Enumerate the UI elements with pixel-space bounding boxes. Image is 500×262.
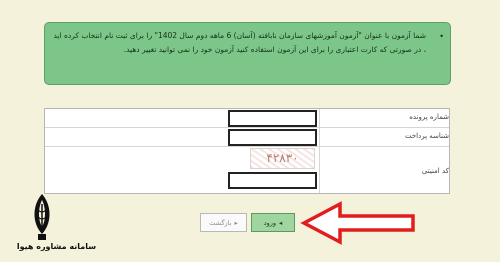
security-code-label: کد امنیتی (421, 167, 449, 175)
payment-id-input[interactable] (228, 129, 317, 146)
bullet-icon: • (439, 32, 444, 41)
back-arrow-icon: ▸ (234, 218, 238, 227)
annotation-arrow-icon (300, 201, 415, 245)
info-notice: • شما آزمون با عنوان "آزمون آموزشهای ساز… (44, 22, 451, 85)
notice-text: شما آزمون با عنوان "آزمون آموزشهای سازما… (53, 31, 426, 54)
captcha-image: ۴۲۸۳۰ (250, 148, 315, 169)
back-button-label: بازگشت (209, 218, 232, 227)
payment-id-label: شناسه پرداخت (404, 132, 449, 140)
login-form: شماره پرونده شناسه پرداخت کد امنیتی ۴۲۸۳… (44, 108, 450, 194)
enter-button[interactable]: ◂ ورود (251, 213, 295, 232)
logo-text: سامانه مشاوره هیوا (16, 242, 97, 251)
row-divider (45, 127, 449, 128)
row-divider (45, 146, 449, 147)
security-code-input[interactable] (228, 172, 317, 189)
back-button[interactable]: ▸ بازگشت (200, 213, 247, 232)
column-divider (319, 109, 320, 193)
file-number-label: شماره پرونده (409, 113, 449, 121)
file-number-input[interactable] (228, 110, 317, 127)
enter-button-label: ورود (263, 218, 277, 227)
enter-arrow-icon: ◂ (279, 218, 283, 227)
